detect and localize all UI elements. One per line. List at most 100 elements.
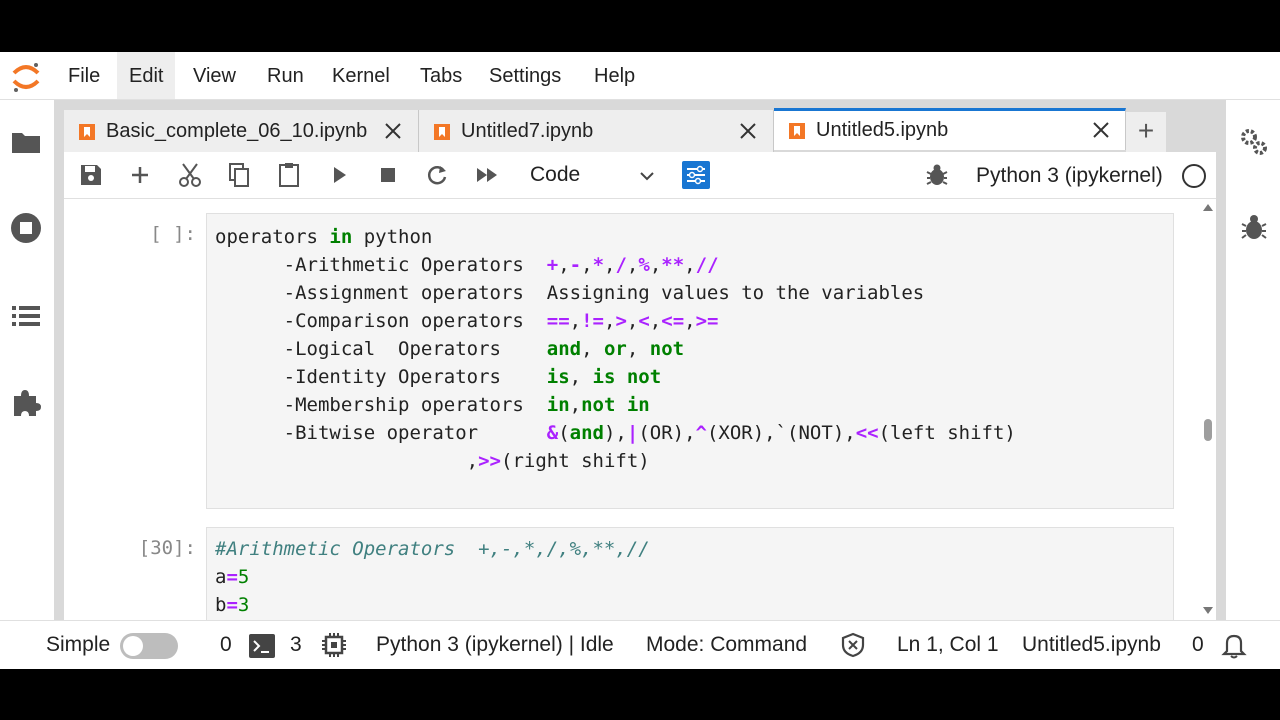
menu-help[interactable]: Help xyxy=(582,52,647,99)
code-token-op: ^ xyxy=(695,422,707,444)
save-icon[interactable] xyxy=(76,161,106,189)
code-token-kw: is xyxy=(546,366,570,388)
code-token-op: <= xyxy=(661,310,685,332)
code-token: , xyxy=(684,310,696,332)
notebook-scrollbar[interactable] xyxy=(1200,199,1216,620)
kernel-status-indicator xyxy=(1182,164,1206,188)
code-cell[interactable]: [30]: #Arithmetic Operators +,-,*,/,%,**… xyxy=(64,525,1184,620)
kernel-chip-icon[interactable] xyxy=(320,631,348,659)
insert-cell-icon[interactable] xyxy=(125,161,155,189)
code-token: Comparison operators xyxy=(295,310,547,332)
cell-type-select[interactable]: Code xyxy=(530,159,664,191)
code-token: - xyxy=(215,282,296,304)
debugger-bug-icon[interactable] xyxy=(1238,212,1270,244)
code-token: python xyxy=(352,226,433,248)
code-token: , xyxy=(603,310,616,332)
code-token: , xyxy=(581,254,593,276)
scroll-up-arrow-icon[interactable] xyxy=(1203,203,1213,211)
code-token: , xyxy=(626,254,639,276)
code-line: -Arithmetic Operators +,-,*,/,%,**,// xyxy=(215,254,719,276)
code-token: , xyxy=(569,394,582,416)
code-token-kw: and xyxy=(569,422,604,444)
code-line: a=5 xyxy=(215,566,249,588)
running-stop-icon[interactable] xyxy=(10,212,42,244)
code-token: - xyxy=(215,394,296,416)
code-token: - xyxy=(215,422,296,444)
tab-label: Untitled7.ipynb xyxy=(461,120,594,142)
notifications-count[interactable]: 0 xyxy=(1192,633,1204,657)
code-token-op: == xyxy=(546,310,570,332)
scroll-down-arrow-icon[interactable] xyxy=(1203,607,1213,615)
code-token: a xyxy=(215,566,227,588)
cursor-position[interactable]: Ln 1, Col 1 xyxy=(897,633,999,657)
code-token: , xyxy=(215,450,479,472)
status-filename: Untitled5.ipynb xyxy=(1022,633,1161,656)
cell-editor[interactable]: operators in python -Arithmetic Operator… xyxy=(206,213,1174,509)
scrollbar-thumb[interactable] xyxy=(1204,419,1212,441)
code-token: (right shift) xyxy=(501,450,650,472)
code-token-num: 5 xyxy=(237,566,250,588)
run-icon[interactable] xyxy=(324,161,354,189)
code-token: , xyxy=(626,310,639,332)
menu-settings[interactable]: Settings xyxy=(477,52,573,99)
code-token-kw: in xyxy=(329,226,353,248)
run-all-fast-forward-icon[interactable] xyxy=(472,161,502,189)
table-of-contents-icon[interactable] xyxy=(10,300,42,332)
property-inspector-gears-icon[interactable] xyxy=(1238,126,1270,158)
property-inspector-icon[interactable] xyxy=(682,161,710,189)
code-token-kw: is not xyxy=(592,366,662,388)
new-launcher-button[interactable]: + xyxy=(1126,112,1166,152)
menu-view[interactable]: View xyxy=(181,52,248,99)
tab-untitled7[interactable]: Untitled7.ipynb xyxy=(419,110,774,152)
debugger-bug-icon[interactable] xyxy=(924,162,950,188)
jupyter-logo-icon[interactable] xyxy=(8,59,44,95)
kernel-name[interactable]: Python 3 (ipykernel) xyxy=(976,164,1163,188)
left-sidebar xyxy=(0,100,54,620)
code-token-op: >= xyxy=(695,310,719,332)
terminal-icon[interactable] xyxy=(249,634,275,658)
code-line: ,>>(right shift) xyxy=(215,450,650,472)
code-token: , xyxy=(649,310,662,332)
kernel-status-text[interactable]: Python 3 (ipykernel) | Idle xyxy=(376,633,614,657)
tab-untitled5[interactable]: Untitled5.ipynb xyxy=(774,108,1126,150)
tab-basic-complete[interactable]: Basic_complete_06_10.ipynb xyxy=(64,110,419,152)
code-token: - xyxy=(215,366,296,388)
folder-icon[interactable] xyxy=(10,126,42,158)
code-token: - xyxy=(215,310,296,332)
copy-icon[interactable] xyxy=(224,161,254,189)
simple-mode-label: Simple xyxy=(46,633,111,656)
close-icon[interactable] xyxy=(737,120,759,142)
kernels-count[interactable]: 3 xyxy=(290,633,302,657)
cut-icon[interactable] xyxy=(175,161,205,189)
close-icon[interactable] xyxy=(382,120,404,142)
cell-editor[interactable]: #Arithmetic Operators +,-,*,/,%,**,// a=… xyxy=(206,527,1174,620)
code-token: (left shift) xyxy=(878,422,1016,444)
code-token: Bitwise operator xyxy=(295,422,547,444)
menu-kernel[interactable]: Kernel xyxy=(320,52,402,99)
markdown-raw-cell[interactable]: [ ]: operators in python -Arithmetic Ope… xyxy=(64,199,1184,509)
code-token: , xyxy=(604,254,616,276)
jupyterlab-window: File Edit View Run Kernel Tabs Settings … xyxy=(0,52,1280,669)
code-line: b=3 xyxy=(215,594,249,616)
close-icon[interactable] xyxy=(1090,119,1112,141)
code-token-kw: not in xyxy=(581,394,650,416)
menu-run[interactable]: Run xyxy=(255,52,316,99)
stop-icon[interactable] xyxy=(373,161,403,189)
simple-mode-toggle[interactable] xyxy=(120,633,178,659)
restart-icon[interactable] xyxy=(422,161,452,189)
code-token-cm: #Arithmetic Operators +,-,*,/,%,**,// xyxy=(215,538,650,560)
terminals-count[interactable]: 0 xyxy=(220,633,232,657)
bell-icon[interactable] xyxy=(1220,631,1248,659)
notebook-cells: [ ]: operators in python -Arithmetic Ope… xyxy=(64,199,1216,620)
code-line: -Identity Operators is, is not xyxy=(215,366,662,388)
code-token-kw: in xyxy=(546,394,570,416)
menu-file[interactable]: File xyxy=(56,52,112,99)
menu-edit[interactable]: Edit xyxy=(117,52,176,99)
code-line: -Bitwise operator &(and),|(OR),^(XOR),`(… xyxy=(215,422,1016,444)
menu-tabs[interactable]: Tabs xyxy=(408,52,474,99)
trusted-shield-icon[interactable] xyxy=(840,632,866,658)
paste-icon[interactable] xyxy=(274,161,304,189)
code-token: - xyxy=(215,254,296,276)
code-token: (OR), xyxy=(638,422,696,444)
extension-puzzle-icon[interactable] xyxy=(10,386,42,418)
